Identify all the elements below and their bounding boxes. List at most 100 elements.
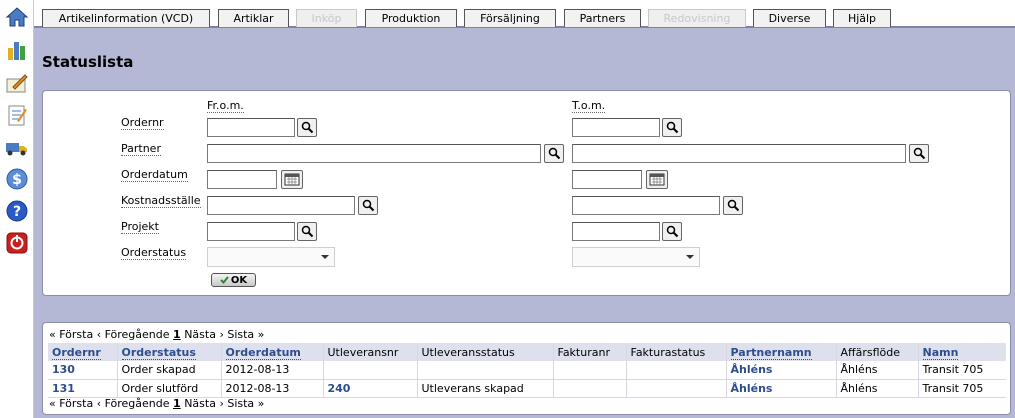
tab-artikelinformation[interactable]: Artikelinformation (VCD) <box>42 9 210 27</box>
chevron-down-icon <box>321 255 329 259</box>
magnifier-icon <box>666 121 678 134</box>
col-ordernr[interactable]: Ordernr <box>48 343 117 361</box>
col-utleveransstatus: Utleveransstatus <box>416 343 553 361</box>
projekt-to-input[interactable] <box>572 222 660 241</box>
projekt-to-search-button[interactable] <box>662 222 682 241</box>
table-header-row: Ordernr Orderstatus Orderdatum Utleveran… <box>48 343 1006 361</box>
cell-ordernr[interactable]: 130 <box>48 361 117 379</box>
ordernr-to-input[interactable] <box>572 118 660 137</box>
col-namn[interactable]: Namn <box>917 343 1006 361</box>
partner-from-search-button[interactable] <box>544 144 564 163</box>
cell-namn: Transit 705 <box>917 379 1006 397</box>
orderdatum-to-input[interactable] <box>572 170 642 189</box>
from-label: Fr.o.m. <box>207 99 244 113</box>
kostnadsstalle-to-input[interactable] <box>572 196 720 215</box>
calendar-icon <box>284 173 300 186</box>
tab-inkop: Inköp <box>296 9 357 27</box>
cell-ordernr[interactable]: 131 <box>48 379 117 397</box>
cell-namn: Transit 705 <box>917 361 1006 379</box>
magnifier-icon <box>913 147 925 160</box>
cell-orderdatum: 2012-08-13 <box>220 361 323 379</box>
magnifier-icon <box>362 199 374 212</box>
pager-first[interactable]: « Första <box>49 397 93 410</box>
filter-panel: Fr.o.m. T.o.m. Ordernr Partner Orderdatu… <box>42 90 1011 296</box>
results-panel: « Första ‹ Föregående 1 Nästa › Sista » … <box>42 322 1011 415</box>
partner-to-input[interactable] <box>572 144 906 163</box>
cell-utleveransnr[interactable]: 240 <box>322 379 417 397</box>
cell-utleveransnr[interactable] <box>322 361 417 379</box>
partner-to-search-button[interactable] <box>909 144 929 163</box>
cell-fakturastatus <box>625 379 726 397</box>
projekt-from-input[interactable] <box>207 222 295 241</box>
help-icon[interactable]: ? <box>4 198 30 224</box>
tab-artiklar[interactable]: Artiklar <box>218 9 289 27</box>
table-row: 131 Order slutförd 2012-08-13 240 Utleve… <box>48 379 1006 397</box>
col-utleveransnr: Utleveransnr <box>322 343 417 361</box>
magnifier-icon <box>301 121 313 134</box>
cell-utleveransstatus <box>416 361 553 379</box>
ordernr-from-input[interactable] <box>207 118 295 137</box>
partner-from-input[interactable] <box>207 144 541 163</box>
pager-next[interactable]: Nästa › <box>184 397 224 410</box>
magnifier-icon <box>666 225 678 238</box>
cell-fakturastatus <box>625 361 726 379</box>
kostnadsstalle-to-search-button[interactable] <box>723 196 743 215</box>
col-orderstatus[interactable]: Orderstatus <box>116 343 221 361</box>
cell-partnernamn[interactable]: Åhléns <box>725 361 836 379</box>
kostnadsstalle-from-search-button[interactable] <box>358 196 378 215</box>
calendar-icon <box>649 173 665 186</box>
ordernr-to-search-button[interactable] <box>662 118 682 137</box>
ok-button[interactable]: OK <box>211 273 256 287</box>
ordernr-label: Ordernr <box>121 116 164 130</box>
col-fakturastatus: Fakturastatus <box>625 343 726 361</box>
checklist-icon[interactable] <box>4 102 30 128</box>
kostnadsstalle-from-input[interactable] <box>207 196 355 215</box>
col-orderdatum[interactable]: Orderdatum <box>220 343 323 361</box>
truck-icon[interactable] <box>4 134 30 160</box>
col-fakturanr: Fakturanr <box>552 343 626 361</box>
chevron-down-icon <box>686 255 694 259</box>
pager-page[interactable]: 1 <box>173 397 181 410</box>
home-icon[interactable] <box>4 4 30 30</box>
pager-next[interactable]: Nästa › <box>184 328 224 341</box>
tab-produktion[interactable]: Produktion <box>365 9 457 27</box>
orderdatum-from-calendar-button[interactable] <box>281 170 303 189</box>
cell-affarsflode: Åhléns <box>835 361 918 379</box>
bar-chart-icon[interactable] <box>4 37 30 63</box>
partner-label: Partner <box>121 142 161 156</box>
pager-last[interactable]: Sista » <box>227 397 264 410</box>
ok-label: OK <box>230 274 248 286</box>
projekt-from-search-button[interactable] <box>297 222 317 241</box>
tab-redovisning: Redovisning <box>648 9 746 27</box>
svg-text:$: $ <box>12 172 22 188</box>
orderstatus-to-select[interactable] <box>572 247 700 267</box>
tab-hjalp[interactable]: Hjälp <box>833 9 891 27</box>
pager-bottom: « Första ‹ Föregående 1 Nästa › Sista » <box>49 397 264 410</box>
cell-partnernamn[interactable]: Åhléns <box>725 379 836 397</box>
orderdatum-to-calendar-button[interactable] <box>646 170 668 189</box>
dollar-icon[interactable]: $ <box>4 166 30 192</box>
pager-page[interactable]: 1 <box>173 328 181 341</box>
cell-orderstatus: Order skapad <box>116 361 221 379</box>
pager-prev[interactable]: ‹ Föregående <box>97 328 170 341</box>
tab-diverse[interactable]: Diverse <box>753 9 826 27</box>
power-icon[interactable] <box>4 230 30 256</box>
orderstatus-from-select[interactable] <box>207 247 335 267</box>
ordernr-from-search-button[interactable] <box>297 118 317 137</box>
magnifier-icon <box>727 199 739 212</box>
cell-orderdatum: 2012-08-13 <box>220 379 323 397</box>
kostnadsstalle-label: Kostnadsställe <box>121 194 201 208</box>
cell-fakturanr <box>552 361 626 379</box>
col-partnernamn[interactable]: Partnernamn <box>725 343 836 361</box>
pager-last[interactable]: Sista » <box>227 328 264 341</box>
checkmark-icon <box>220 276 229 284</box>
pencil-card-icon[interactable] <box>4 70 30 96</box>
tab-forsaljning[interactable]: Försäljning <box>464 9 556 27</box>
pager-first[interactable]: « Första <box>49 328 93 341</box>
orderdatum-from-input[interactable] <box>207 170 277 189</box>
pager-top: « Första ‹ Föregående 1 Nästa › Sista » <box>49 328 264 341</box>
svg-text:?: ? <box>13 204 21 220</box>
tab-partners[interactable]: Partners <box>564 9 641 27</box>
pager-prev[interactable]: ‹ Föregående <box>97 397 170 410</box>
cell-utleveransstatus: Utleverans skapad <box>416 379 553 397</box>
